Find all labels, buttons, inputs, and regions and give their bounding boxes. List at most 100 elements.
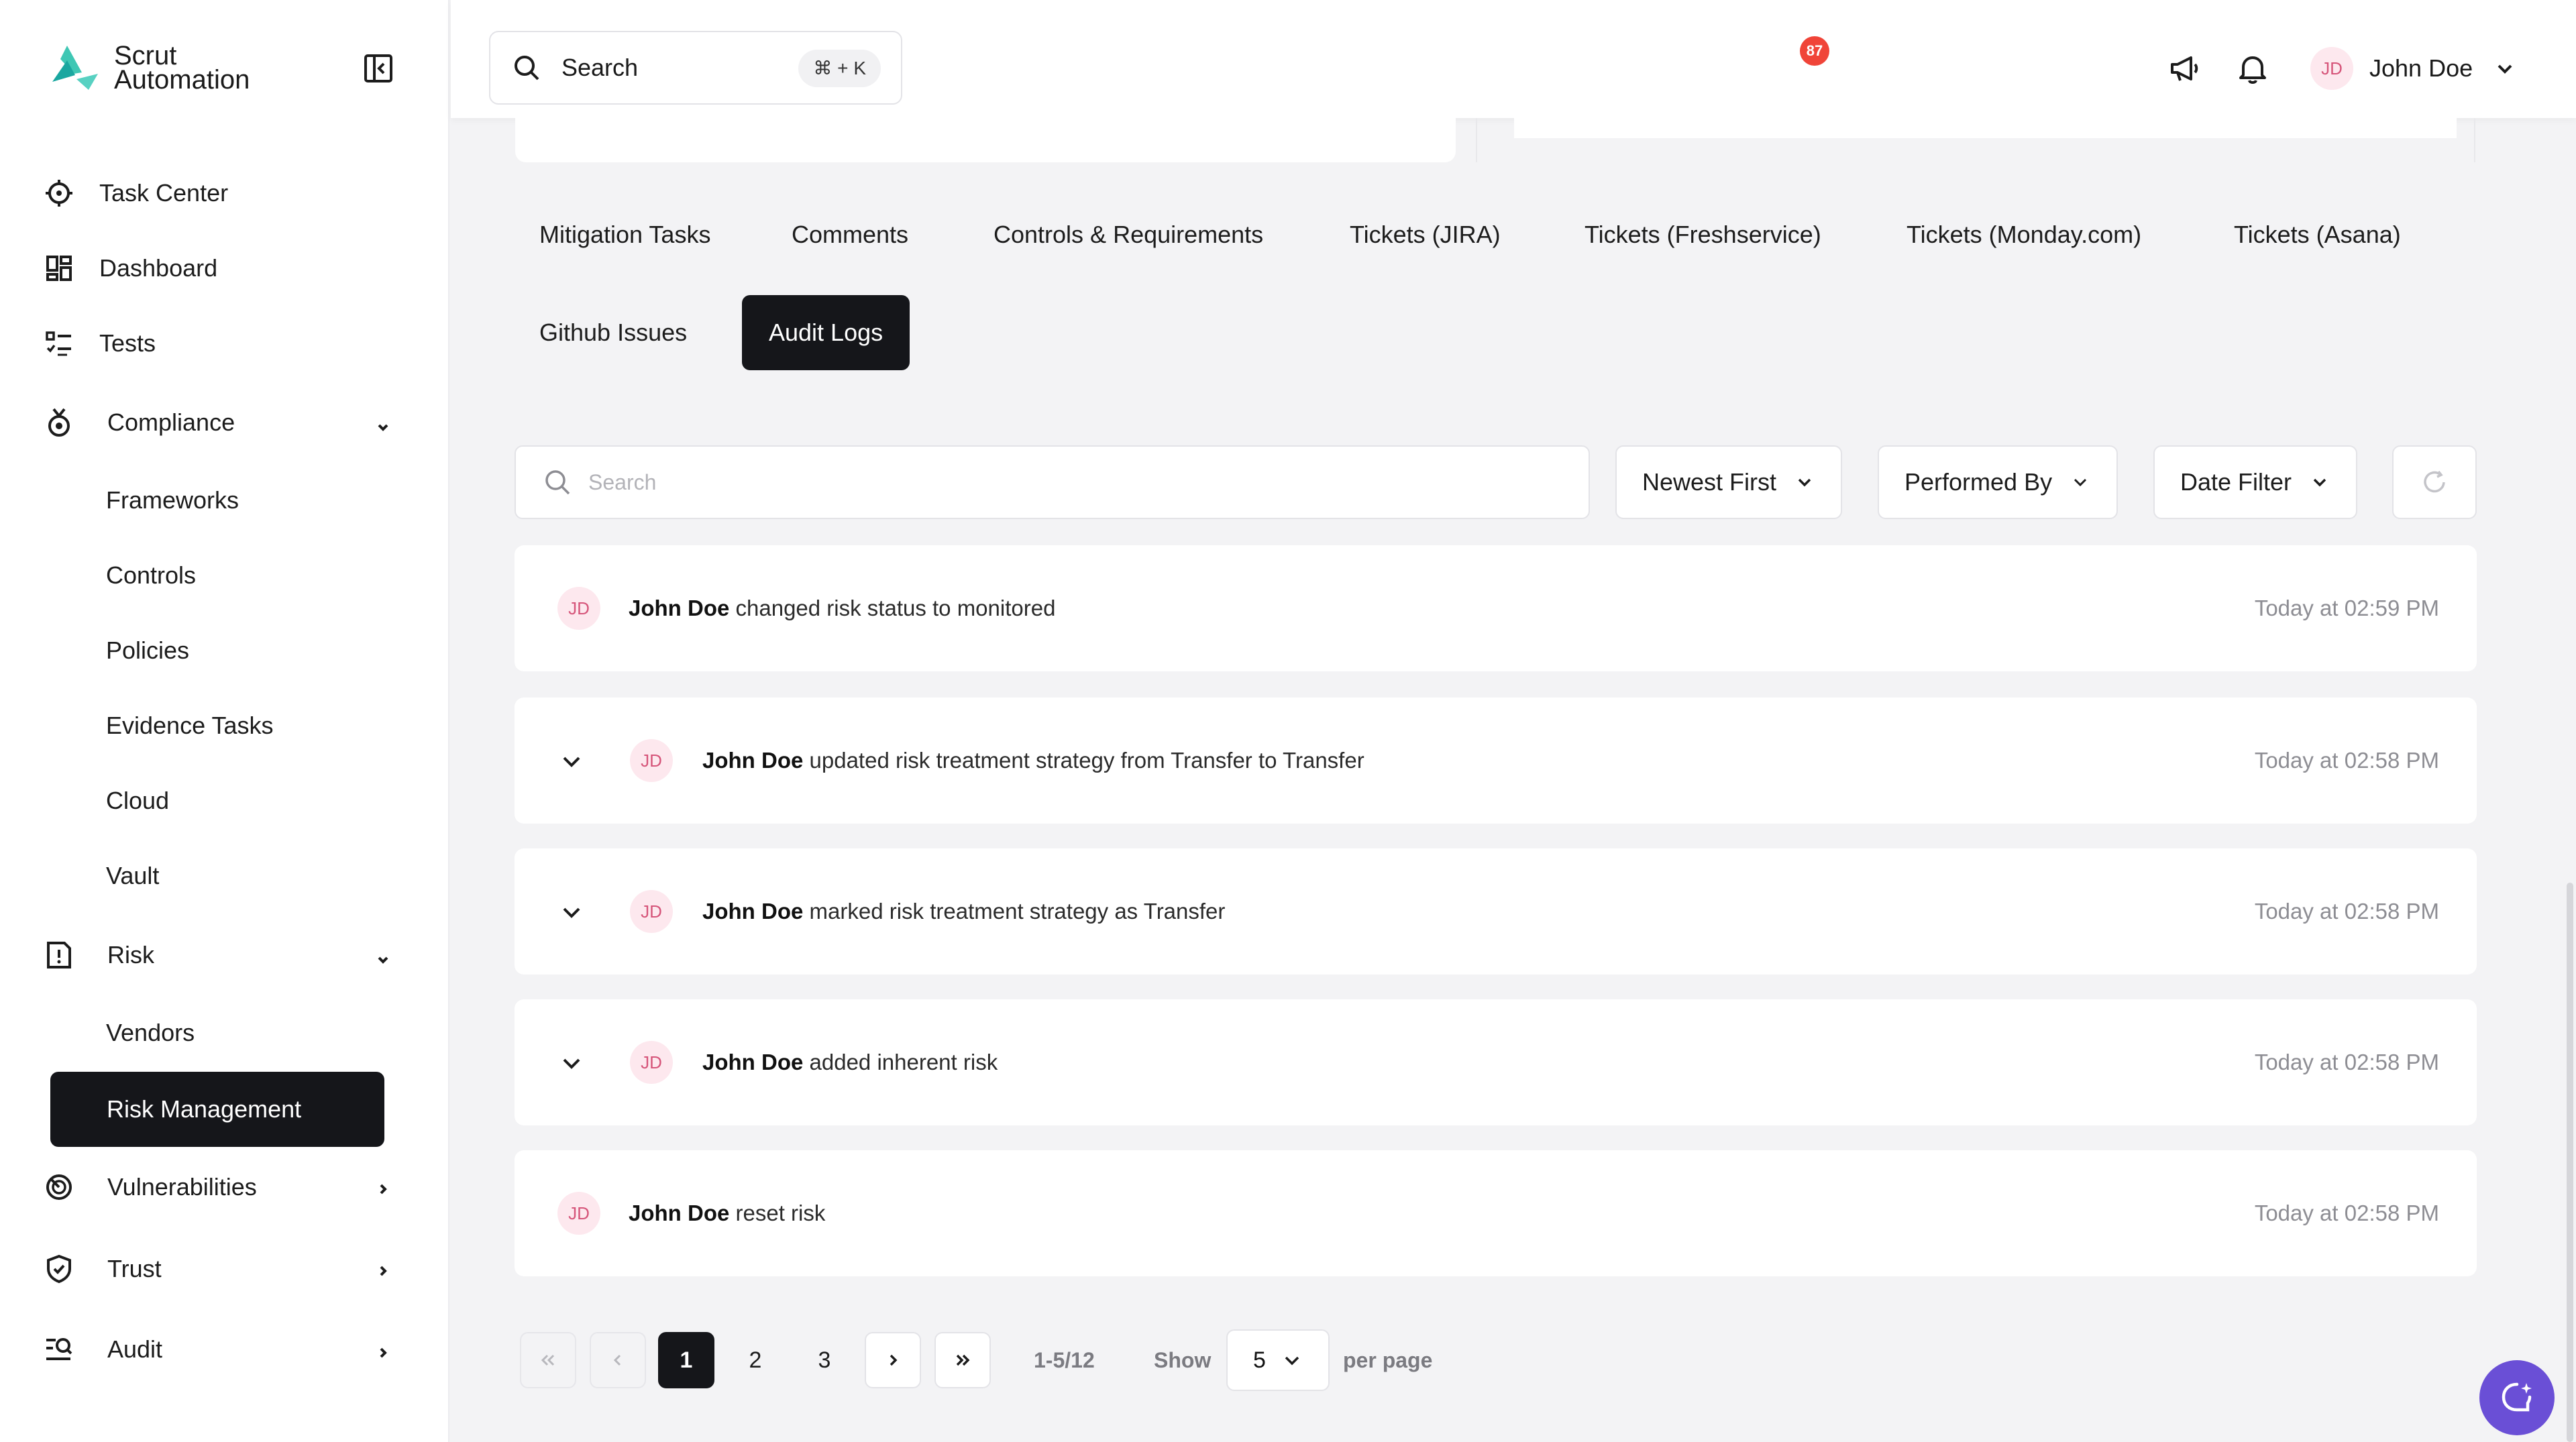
search-shortcut: ⌘ + K bbox=[798, 50, 881, 87]
sidebar-item-dashboard[interactable]: Dashboard bbox=[43, 248, 217, 288]
log-action: reset risk bbox=[735, 1201, 826, 1225]
log-message: John Doe added inherent risk bbox=[702, 1046, 998, 1078]
next-page-button[interactable] bbox=[865, 1332, 921, 1388]
sidebar-item-cloud[interactable]: Cloud bbox=[106, 781, 169, 821]
avatar: JD bbox=[630, 890, 673, 933]
sidebar-item-trust[interactable]: Trust bbox=[43, 1249, 162, 1289]
sidebar-item-risk[interactable]: Risk bbox=[43, 935, 154, 975]
page-range: 1-5/12 bbox=[1034, 1348, 1095, 1372]
chevron-right-icon[interactable] bbox=[373, 1179, 393, 1199]
scrollbar[interactable] bbox=[2567, 883, 2573, 1442]
page-button-3[interactable]: 3 bbox=[796, 1332, 853, 1388]
sidebar-item-frameworks[interactable]: Frameworks bbox=[106, 480, 239, 520]
log-message: John Doe marked risk treatment strategy … bbox=[702, 895, 1225, 928]
chevron-down-icon[interactable] bbox=[559, 1050, 584, 1076]
bell-icon[interactable] bbox=[2234, 50, 2271, 87]
sidebar-item-vault[interactable]: Vault bbox=[106, 856, 159, 896]
chevron-right-icon bbox=[890, 1354, 898, 1366]
log-actor: John Doe bbox=[702, 1050, 804, 1074]
avatar: JD bbox=[557, 587, 600, 630]
brand[interactable]: Scrut Automation bbox=[47, 40, 250, 95]
dashboard-grid-icon bbox=[43, 252, 75, 284]
tab-comments[interactable]: Comments bbox=[765, 197, 935, 272]
chevron-down-icon[interactable] bbox=[373, 417, 393, 437]
tab-tickets-asana[interactable]: Tickets (Asana) bbox=[2207, 197, 2428, 272]
chat-support-button[interactable] bbox=[2479, 1360, 2555, 1435]
sidebar-item-label: Trust bbox=[107, 1255, 162, 1282]
chevron-down-icon[interactable] bbox=[373, 950, 393, 970]
tab-tickets-jira[interactable]: Tickets (JIRA) bbox=[1323, 197, 1527, 272]
user-menu[interactable]: JD John Doe bbox=[2310, 47, 2517, 90]
sidebar-item-vendors[interactable]: Vendors bbox=[106, 1013, 195, 1053]
medal-icon bbox=[43, 406, 75, 439]
page-button-1[interactable]: 1 bbox=[658, 1332, 714, 1388]
tab-tickets-monday[interactable]: Tickets (Monday.com) bbox=[1880, 197, 2168, 272]
sidebar-item-vulnerabilities[interactable]: Vulnerabilities bbox=[43, 1167, 257, 1207]
performed-by-dropdown[interactable]: Performed By bbox=[1878, 445, 2118, 519]
sidebar-item-risk-management[interactable]: Risk Management bbox=[50, 1072, 384, 1147]
chevron-right-icon[interactable] bbox=[373, 1343, 393, 1363]
checklist-icon bbox=[43, 327, 75, 359]
chevron-right-icon[interactable] bbox=[373, 1261, 393, 1281]
chevrons-left-icon bbox=[541, 1354, 555, 1366]
chevron-down-icon bbox=[2074, 478, 2087, 487]
sort-value: Newest First bbox=[1642, 468, 1777, 496]
avatar: JD bbox=[630, 739, 673, 782]
risk-document-icon bbox=[43, 939, 75, 971]
log-action: added inherent risk bbox=[809, 1050, 998, 1074]
search-input[interactable] bbox=[588, 469, 1527, 495]
tab-audit-logs[interactable]: Audit Logs bbox=[742, 295, 910, 370]
collapse-sidebar-icon[interactable] bbox=[362, 52, 394, 85]
refresh-button[interactable] bbox=[2392, 445, 2477, 519]
avatar: JD bbox=[630, 1041, 673, 1084]
chevron-left-icon bbox=[613, 1354, 621, 1366]
log-action: changed risk status to monitored bbox=[735, 596, 1056, 620]
log-actor: John Doe bbox=[629, 1201, 730, 1225]
tab-controls-requirements[interactable]: Controls & Requirements bbox=[967, 197, 1290, 272]
detail-card-partial bbox=[1476, 118, 2475, 162]
tab-github-issues[interactable]: Github Issues bbox=[513, 295, 714, 370]
sidebar-item-label: Audit bbox=[107, 1335, 163, 1363]
megaphone-icon[interactable] bbox=[2165, 50, 2203, 87]
log-actor: John Doe bbox=[629, 596, 730, 620]
sort-dropdown[interactable]: Newest First bbox=[1615, 445, 1843, 519]
tab-mitigation-tasks[interactable]: Mitigation Tasks bbox=[513, 197, 737, 272]
audit-log-row: JD John Doe reset risk Today at 02:58 PM bbox=[515, 1150, 2477, 1276]
audit-log-row: JD John Doe changed risk status to monit… bbox=[515, 545, 2477, 671]
sidebar-item-label: Dashboard bbox=[99, 254, 218, 282]
global-search[interactable]: Search ⌘ + K bbox=[489, 31, 902, 105]
shield-check-icon bbox=[43, 1253, 75, 1285]
log-actor: John Doe bbox=[702, 748, 804, 773]
sidebar-item-compliance[interactable]: Compliance bbox=[43, 402, 235, 443]
avatar: JD bbox=[557, 1192, 600, 1235]
last-page-button[interactable] bbox=[934, 1332, 991, 1388]
audit-log-row: JD John Doe updated risk treatment strat… bbox=[515, 698, 2477, 824]
sidebar-item-label: Task Center bbox=[99, 179, 229, 207]
prev-page-button[interactable] bbox=[590, 1332, 646, 1388]
performed-by-label: Performed By bbox=[1904, 468, 2053, 496]
user-name: John Doe bbox=[2369, 54, 2473, 82]
log-actor: John Doe bbox=[702, 899, 804, 924]
tab-tickets-freshservice[interactable]: Tickets (Freshservice) bbox=[1558, 197, 1848, 272]
chevron-down-icon[interactable] bbox=[559, 748, 584, 774]
sidebar-item-tests[interactable]: Tests bbox=[43, 323, 156, 364]
sidebar-item-task-center[interactable]: Task Center bbox=[43, 173, 228, 213]
date-filter-dropdown[interactable]: Date Filter bbox=[2153, 445, 2358, 519]
first-page-button[interactable] bbox=[520, 1332, 576, 1388]
chevron-down-icon bbox=[1285, 1356, 1299, 1366]
sidebar-item-audit[interactable]: Audit bbox=[43, 1329, 162, 1370]
sidebar-item-controls[interactable]: Controls bbox=[106, 555, 196, 596]
audit-log-search[interactable] bbox=[515, 445, 1590, 519]
crosshair-icon bbox=[43, 177, 75, 209]
page-button-2[interactable]: 2 bbox=[727, 1332, 784, 1388]
log-message: John Doe updated risk treatment strategy… bbox=[702, 744, 1364, 777]
notification-badge: 87 bbox=[1800, 36, 1829, 66]
top-bar: Search ⌘ + K 87 JD John Doe bbox=[451, 0, 2576, 118]
audit-log-row: JD John Doe marked risk treatment strate… bbox=[515, 848, 2477, 975]
sidebar-item-policies[interactable]: Policies bbox=[106, 630, 189, 671]
log-action: updated risk treatment strategy from Tra… bbox=[809, 748, 1364, 773]
chevron-down-icon[interactable] bbox=[559, 899, 584, 925]
search-icon bbox=[545, 470, 570, 495]
sidebar-item-evidence-tasks[interactable]: Evidence Tasks bbox=[106, 706, 273, 746]
per-page-select[interactable]: 5 bbox=[1226, 1329, 1330, 1391]
